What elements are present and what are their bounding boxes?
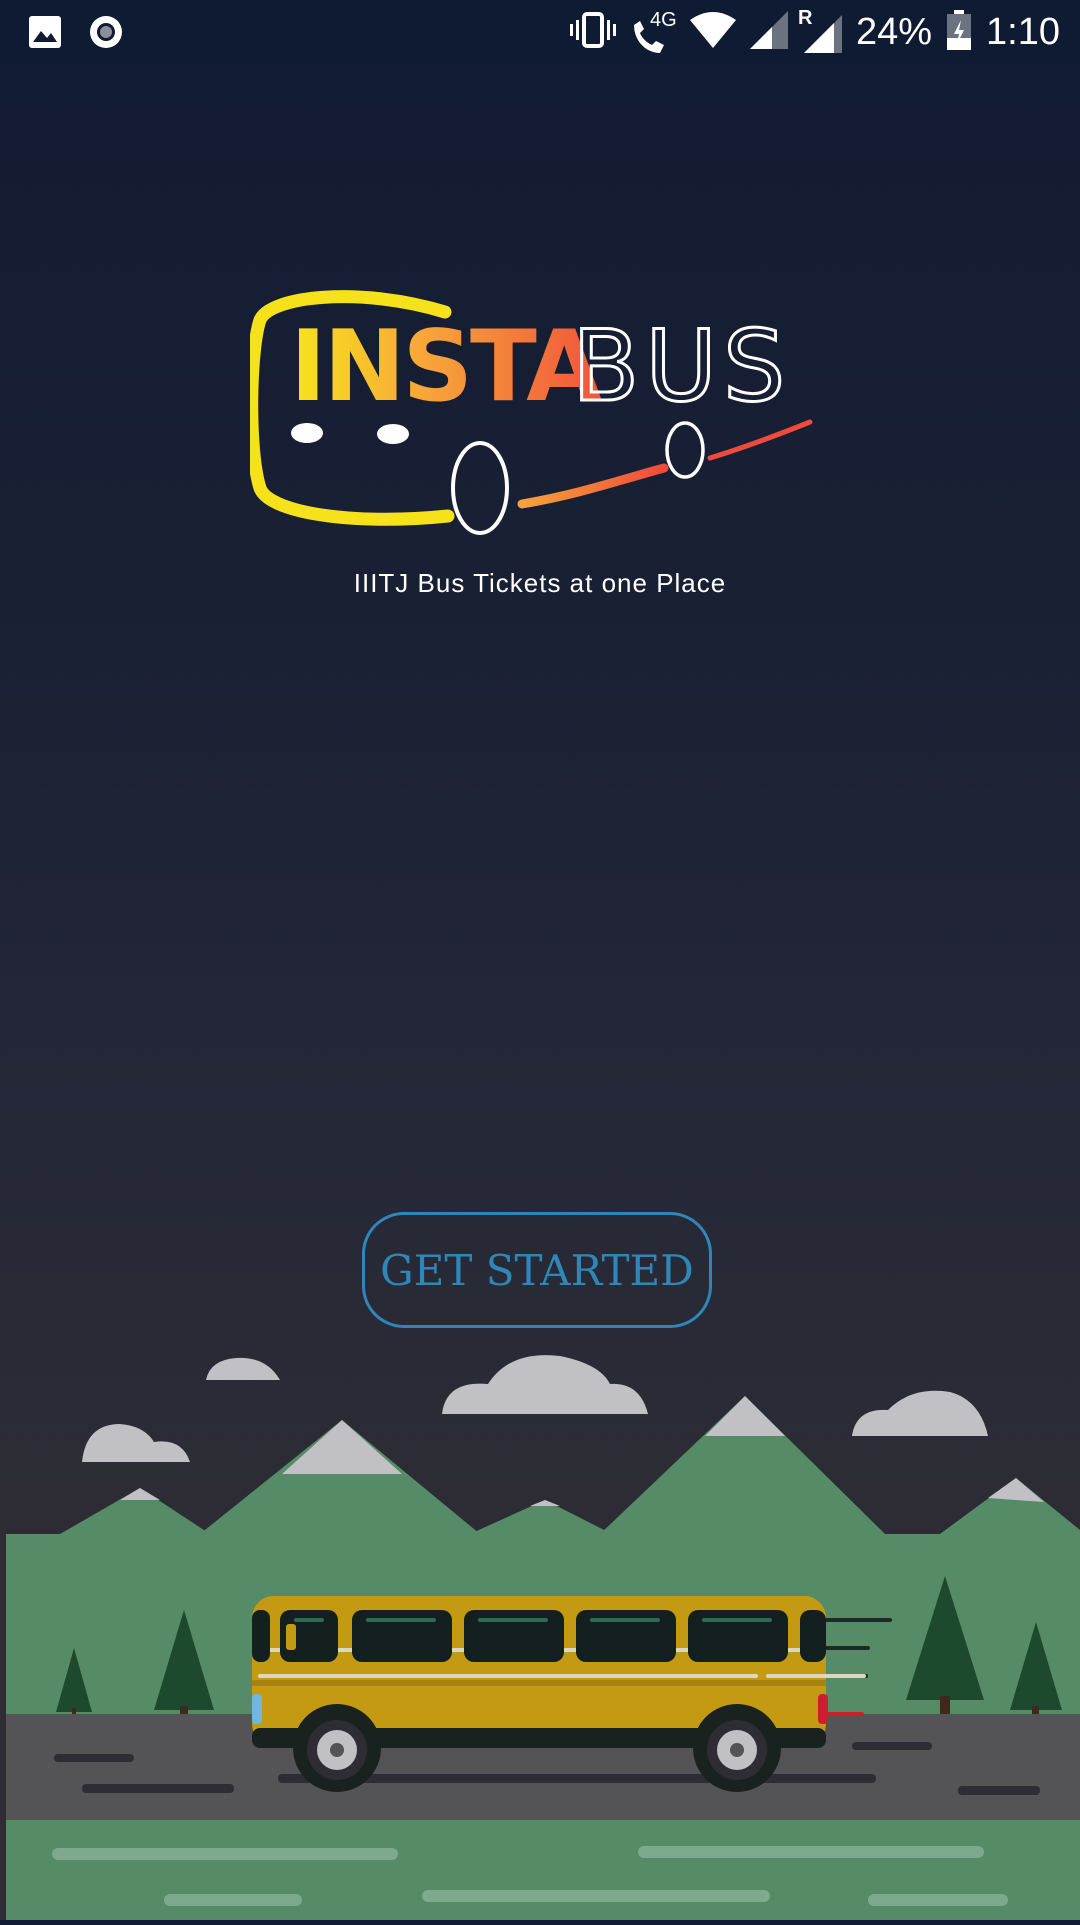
clouds [82,1355,988,1462]
volte-call-icon: 4G [630,8,677,55]
bus-wheel-front [293,1704,381,1792]
network-type-label: 4G [649,8,677,31]
roaming-label: R [797,6,813,29]
battery-charging-icon [946,10,972,55]
battery-percent: 24% [855,11,933,53]
bus-illustration [0,1340,1080,1920]
bus-wheel-rear [693,1704,781,1792]
vibrate-icon [569,10,616,55]
tagline: IIITJ Bus Tickets at one Place [353,568,727,598]
roaming-signal-icon: R [798,7,842,53]
instabus-logo: INSTA BUS [245,290,830,550]
record-notification-icon [88,14,124,55]
get-started-button[interactable]: GET STARTED [362,1212,712,1328]
logo-bus-text: BUS [572,310,791,424]
wifi-icon [689,12,736,53]
signal-icon [749,11,788,54]
status-bar: 4G R 24% 1:10 [0,0,1080,64]
gallery-notification-icon [28,15,62,54]
logo-insta-text: INSTA [290,310,602,424]
clock: 1:10 [986,11,1060,53]
